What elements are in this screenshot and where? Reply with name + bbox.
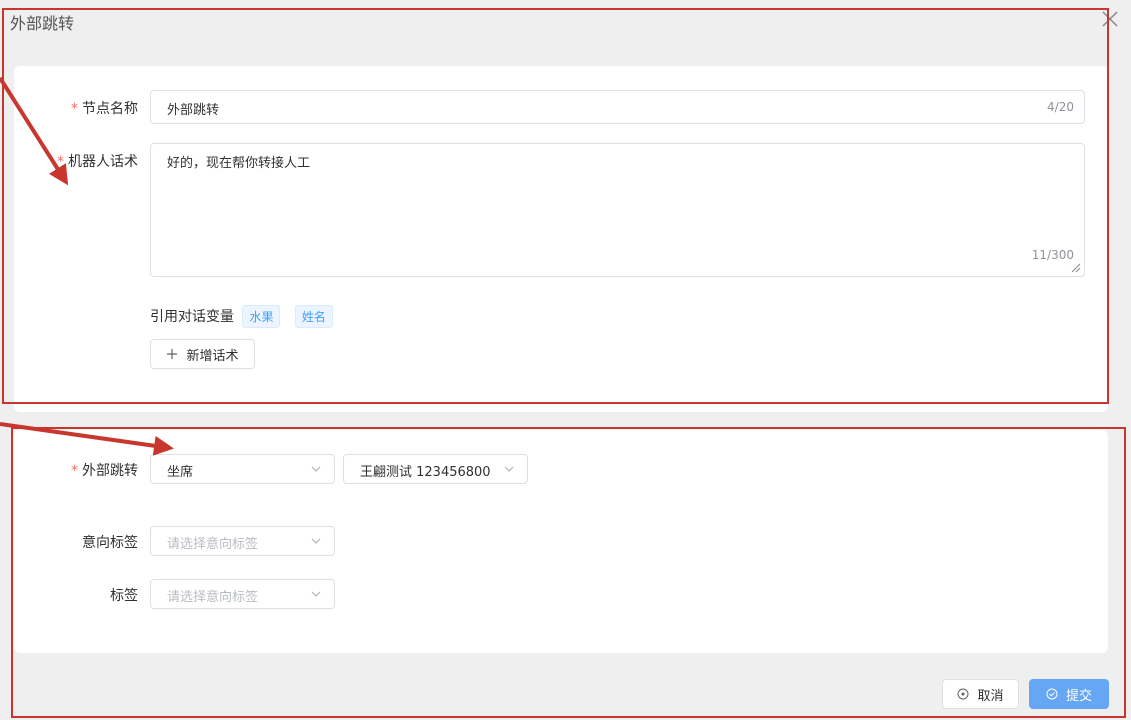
jump-type-value: 坐席	[167, 465, 194, 480]
jump-target-value: 王翩测试 123456800	[360, 465, 491, 480]
resize-grip-icon[interactable]	[1071, 263, 1081, 273]
robot-script-label: * 机器人话术	[57, 154, 138, 170]
submit-label: 提交	[1065, 688, 1092, 704]
node-name-input[interactable]: 外部跳转 4/20	[150, 90, 1085, 124]
submit-button[interactable]: 提交	[1029, 679, 1109, 709]
robot-script-counter: 11/300	[1031, 248, 1074, 262]
close-circle-icon	[957, 688, 969, 700]
variable-reference-row: 引用对话变量 水果 姓名	[150, 305, 333, 328]
chevron-down-icon	[311, 538, 321, 544]
cancel-label: 取消	[977, 688, 1004, 704]
chevron-down-icon	[311, 591, 321, 597]
intent-tag-placeholder: 请选择意向标签	[167, 537, 259, 552]
node-name-label: * 节点名称	[71, 101, 138, 117]
intent-tag-select[interactable]: 请选择意向标签	[150, 526, 335, 556]
dialog-title: 外部跳转	[10, 14, 75, 33]
add-script-label: 新增话术	[186, 348, 239, 364]
jump-type-select[interactable]: 坐席	[150, 454, 335, 484]
required-mark: *	[71, 101, 78, 117]
required-mark: *	[71, 463, 78, 479]
cancel-button[interactable]: 取消	[942, 679, 1019, 709]
required-mark: *	[57, 154, 64, 170]
add-script-button[interactable]: 新增话术	[150, 339, 255, 369]
chevron-down-icon	[504, 466, 514, 472]
external-jump-label: * 外部跳转	[71, 463, 138, 479]
jump-target-select[interactable]: 王翩测试 123456800	[343, 454, 528, 484]
robot-script-textarea[interactable]: 好的，现在帮你转接人工 11/300	[150, 143, 1085, 277]
tag-label: 标签	[110, 588, 138, 604]
check-circle-icon	[1046, 688, 1058, 700]
tag-placeholder: 请选择意向标签	[167, 590, 259, 605]
tag-select[interactable]: 请选择意向标签	[150, 579, 335, 609]
variable-tag-fruit[interactable]: 水果	[242, 305, 281, 328]
close-icon[interactable]	[1101, 10, 1119, 28]
robot-script-value: 好的，现在帮你转接人工	[167, 156, 311, 171]
variable-tag-name[interactable]: 姓名	[294, 305, 333, 328]
plus-icon	[167, 349, 178, 359]
variable-reference-label: 引用对话变量	[150, 309, 234, 325]
node-name-value: 外部跳转	[167, 103, 220, 118]
intent-tag-label: 意向标签	[82, 535, 138, 551]
node-name-counter: 4/20	[1047, 100, 1074, 114]
chevron-down-icon	[311, 466, 321, 472]
